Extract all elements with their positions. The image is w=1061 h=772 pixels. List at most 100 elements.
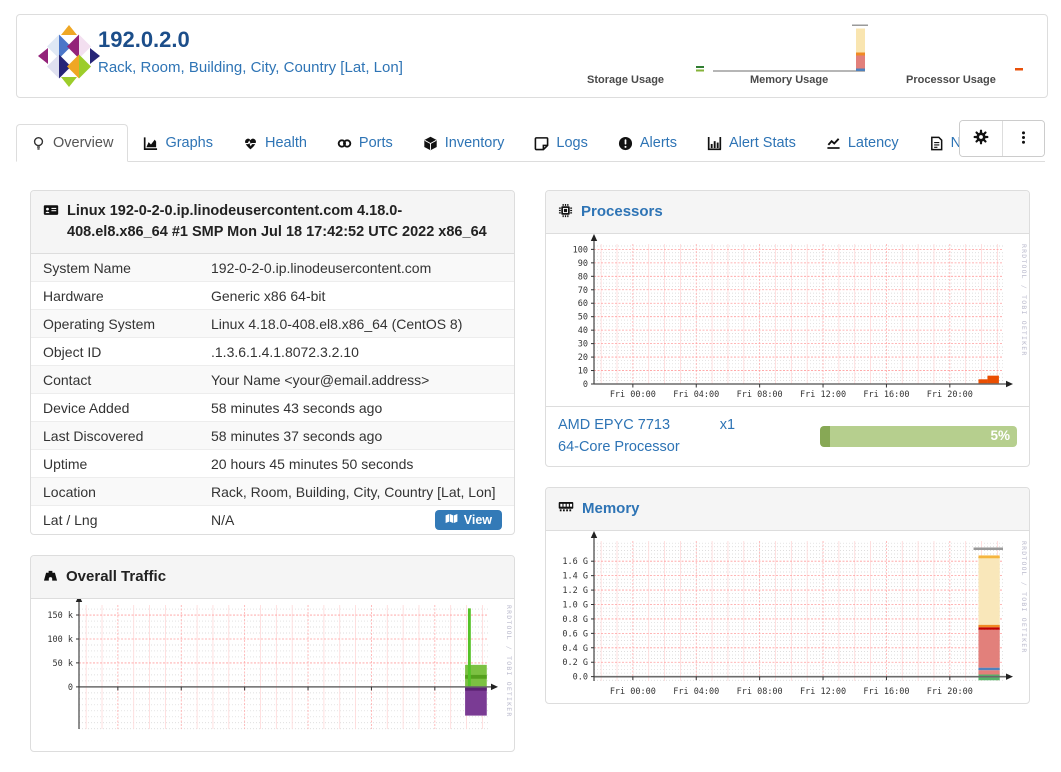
svg-text:150 k: 150 k [47, 611, 73, 621]
processor-count: x1 [719, 416, 736, 433]
cpu-usage-fill [820, 426, 830, 447]
id-card-icon [43, 203, 59, 217]
tab-label: Ports [358, 135, 393, 151]
svg-text:Fri 16:00: Fri 16:00 [863, 687, 909, 697]
lightbulb-icon [31, 136, 46, 151]
svg-text:Fri 08:00: Fri 08:00 [737, 390, 783, 400]
svg-text:90: 90 [578, 259, 588, 269]
row-label: Contact [43, 371, 92, 388]
svg-text:0.4 G: 0.4 G [562, 644, 588, 654]
svg-text:0.2 G: 0.2 G [562, 658, 588, 668]
table-row: Contact Your Name <your@email.address> [31, 365, 514, 394]
memory-panel-header: Memory [546, 488, 1029, 531]
map-icon [445, 513, 458, 527]
svg-text:20: 20 [578, 353, 588, 363]
svg-text:80: 80 [578, 272, 588, 282]
memory-icon [558, 500, 574, 513]
svg-text:60: 60 [578, 299, 588, 309]
svg-text:Fri 04:00: Fri 04:00 [673, 687, 719, 697]
cpu-usage-bar: 5% [820, 426, 1017, 447]
file-icon [929, 136, 944, 151]
traffic-panel-header: Overall Traffic [31, 556, 514, 599]
tab-logs[interactable]: Logs [519, 124, 602, 162]
svg-text:Fri 00:00: Fri 00:00 [610, 390, 656, 400]
svg-text:RRDTOOL / TOBI OETIKER: RRDTOOL / TOBI OETIKER [1020, 541, 1028, 654]
row-value: .1.3.6.1.4.1.8072.3.2.10 [211, 343, 359, 360]
row-label: Device Added [43, 399, 130, 416]
table-row: Uptime 20 hours 45 minutes 50 seconds [31, 449, 514, 477]
view-button-label: View [463, 513, 492, 528]
microchip-icon [558, 203, 573, 218]
svg-text:50 k: 50 k [53, 659, 73, 669]
device-action-buttons [959, 120, 1045, 157]
left-column: Linux 192-0-2-0.ip.linodeusercontent.com… [30, 190, 515, 772]
view-location-button[interactable]: View [434, 510, 502, 531]
svg-text:Fri 04:00: Fri 04:00 [673, 390, 719, 400]
svg-text:Fri 16:00: Fri 16:00 [863, 390, 909, 400]
processors-title: Processors [581, 203, 663, 220]
row-value: N/A [211, 512, 235, 529]
device-title: 192.0.2.0 [98, 27, 190, 52]
table-row: Operating System Linux 4.18.0-408.el8.x86… [31, 309, 514, 338]
tab-health[interactable]: Health [228, 124, 322, 162]
tab-label: Alerts [639, 135, 677, 151]
svg-text:Fri 08:00: Fri 08:00 [737, 687, 783, 697]
device-header-card: 192.0.2.0 Rack, Room, Building, City, Co… [16, 14, 1048, 98]
tab-label: Latency [847, 135, 899, 151]
kebab-menu-icon [1016, 130, 1031, 148]
tab-latency[interactable]: Latency [811, 124, 914, 162]
tab-inventory[interactable]: Inventory [408, 124, 520, 162]
tab-label: Alert Stats [728, 135, 796, 151]
tab-bar: Overview Graphs Health Ports Inventory Logs Al… [16, 118, 1045, 162]
table-row: Location Rack, Room, Building, City, Coun… [31, 477, 514, 506]
row-value: Your Name <your@email.address> [211, 371, 430, 388]
mini-label-processor-usage[interactable]: Processor Usage [906, 74, 996, 86]
row-label: Operating System [43, 315, 156, 332]
overall-traffic-panel: Overall Traffic 0 50 k 100 k 150 k RRDTOOL /… [30, 555, 515, 752]
svg-text:RRDTOOL / TOBI OETIKER: RRDTOOL / TOBI OETIKER [1020, 244, 1028, 357]
svg-text:Fri 12:00: Fri 12:00 [800, 687, 846, 697]
svg-text:Fri 12:00: Fri 12:00 [800, 390, 846, 400]
svg-text:1.4 G: 1.4 G [562, 572, 588, 582]
memory-graph[interactable]: 0.0 0.2 G 0.4 G 0.6 G 0.8 G 1.0 G 1.2 G 1.4 G 1.… [546, 531, 1029, 703]
table-row: Lat / Lng N/A View [31, 505, 514, 534]
svg-text:RRDTOOL / TOBI OETIKER: RRDTOOL / TOBI OETIKER [505, 605, 513, 718]
svg-text:Fri 00:00: Fri 00:00 [610, 687, 656, 697]
row-value: Linux 4.18.0-408.el8.x86_64 (CentOS 8) [211, 315, 463, 332]
system-info-table: System Name 192-0-2-0.ip.linodeuserconten… [31, 254, 514, 534]
tab-overview[interactable]: Overview [16, 124, 129, 162]
svg-text:0.0: 0.0 [573, 673, 588, 683]
svg-text:Fri 20:00: Fri 20:00 [927, 390, 973, 400]
mini-label-memory-usage[interactable]: Memory Usage [750, 74, 828, 86]
processors-panel: Processors 0 10 20 30 40 50 60 70 80 90 100 Fri 00:… [545, 190, 1030, 468]
row-label: Object ID [43, 343, 102, 360]
tab-alerts[interactable]: Alerts [603, 124, 692, 162]
device-location-link[interactable]: Rack, Room, Building, City, Country [Lat… [98, 59, 403, 76]
tab-ports[interactable]: Ports [322, 124, 408, 162]
mini-label-storage-usage[interactable]: Storage Usage [587, 74, 664, 86]
table-row: Object ID .1.3.6.1.4.1.8072.3.2.10 [31, 337, 514, 365]
memory-title: Memory [582, 500, 640, 518]
system-panel-header: Linux 192-0-2-0.ip.linodeusercontent.com… [31, 191, 514, 255]
row-value: Rack, Room, Building, City, Country [Lat… [211, 483, 496, 500]
exclamation-circle-icon [618, 136, 633, 151]
system-title: Linux 192-0-2-0.ip.linodeusercontent.com… [67, 203, 487, 241]
processors-graph[interactable]: 0 10 20 30 40 50 60 70 80 90 100 Fri 00:00 Fri 04:00… [546, 233, 1029, 406]
row-value: Generic x86 64-bit [211, 287, 326, 304]
cube-icon [423, 136, 438, 151]
svg-text:100 k: 100 k [47, 635, 73, 645]
tab-graphs[interactable]: Graphs [128, 124, 228, 162]
chart-area-icon [143, 136, 158, 151]
processor-link[interactable]: AMD EPYC 7713 [558, 415, 680, 437]
settings-button[interactable] [960, 121, 1002, 156]
svg-text:0.8 G: 0.8 G [562, 615, 588, 625]
tab-alert-stats[interactable]: Alert Stats [692, 124, 811, 162]
centos-logo [37, 24, 101, 88]
traffic-graph[interactable]: 0 50 k 100 k 150 k RRDTOOL / TOBI OETIKER [31, 594, 514, 751]
tab-label: Graphs [165, 135, 213, 151]
line-chart-icon [826, 136, 841, 151]
heartbeat-icon [243, 136, 258, 151]
more-actions-button[interactable] [1002, 121, 1044, 156]
processor-link-line2[interactable]: 64-Core Processor [558, 437, 680, 459]
processors-panel-header: Processors [546, 191, 1029, 234]
